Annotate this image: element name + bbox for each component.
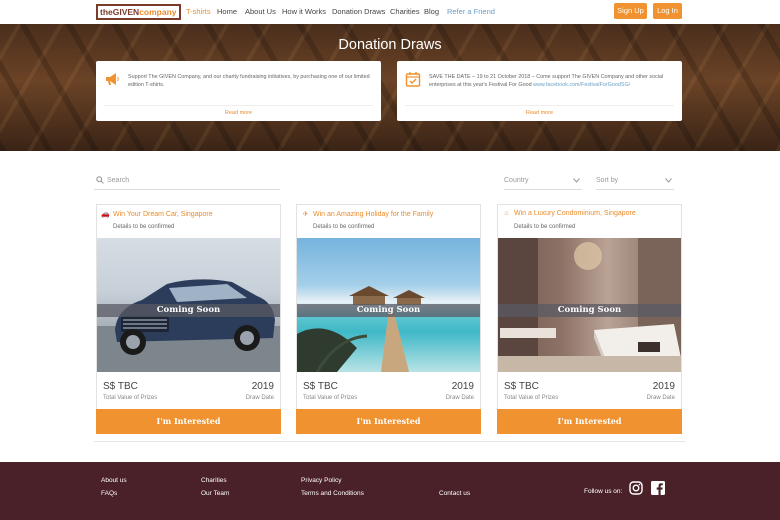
footer-link-about[interactable]: About us (101, 477, 127, 484)
draw-card-subtitle: Details to be confirmed (514, 224, 576, 230)
nav-link-about[interactable]: About Us (245, 7, 276, 16)
top-nav: theGIVENcompany T-shirts Home About Us H… (0, 0, 780, 24)
calendar-check-icon (405, 72, 421, 87)
draw-card-subtitle: Details to be confirmed (313, 224, 375, 230)
megaphone-icon (106, 73, 119, 85)
draw-card[interactable]: 🚗 Win Your Dream Car, Singapore Details t… (96, 204, 281, 434)
draw-card-title-text: Win an Amazing Holiday for the Family (313, 211, 434, 218)
brand-logo[interactable]: theGIVENcompany (96, 4, 181, 20)
page-title: Donation Draws (338, 37, 442, 53)
draw-card[interactable]: ⌂ Win a Luxury Condominium, Singapore Det… (497, 204, 682, 434)
read-more-link[interactable]: Read more (397, 110, 682, 116)
log-in-button[interactable]: Log In (653, 3, 682, 19)
divider (104, 105, 373, 106)
site-footer: About us FAQs Charities Our Team Privacy… (0, 462, 780, 520)
draw-year: 2019 (451, 381, 474, 392)
draw-card-title-text: Win Your Dream Car, Singapore (113, 211, 213, 218)
read-more-link[interactable]: Read more (96, 110, 381, 116)
country-select-label: Country (504, 177, 529, 184)
nav-link-refer[interactable]: Refer a Friend (447, 7, 495, 16)
country-select[interactable]: Country (504, 172, 582, 190)
footer-link-charities[interactable]: Charities (201, 477, 227, 484)
hero-banner: Donation Draws Support The GIVEN Company… (0, 24, 780, 151)
draw-card-title: 🚗 Win Your Dream Car, Singapore (101, 210, 213, 218)
draw-date-label: Draw Date (646, 395, 675, 401)
prize-value: S$ TBC (303, 381, 338, 392)
draw-card-title: ⌂ Win a Luxury Condominium, Singapore (502, 210, 636, 217)
festival-link[interactable]: www.facebook.com/FestivalForGoodSG/ (533, 82, 630, 88)
announcement-card: SAVE THE DATE – 19 to 21 October 2018 – … (397, 61, 682, 121)
draw-year: 2019 (251, 381, 274, 392)
footer-link-faqs[interactable]: FAQs (101, 490, 117, 497)
search-placeholder: Search (107, 177, 130, 184)
interested-button[interactable]: I'm Interested (296, 409, 481, 434)
prize-value: S$ TBC (103, 381, 138, 392)
search-icon (96, 176, 104, 184)
chevron-down-icon (573, 178, 580, 183)
announcement-card: Support The GIVEN Company, and our chari… (96, 61, 381, 121)
divider (94, 441, 686, 442)
nav-link-donation-draws[interactable]: Donation Draws (332, 7, 385, 16)
prize-value-label: Total Value of Prizes (103, 395, 158, 401)
announcement-text: SAVE THE DATE – 19 to 21 October 2018 – … (429, 73, 672, 89)
logo-part: GIVEN (112, 7, 140, 17)
chevron-down-icon (665, 178, 672, 183)
draw-card-image: Coming Soon (498, 238, 681, 372)
draw-date-label: Draw Date (245, 395, 274, 401)
logo-part: the (100, 7, 113, 17)
draw-card-title: ✈ Win an Amazing Holiday for the Family (301, 210, 434, 218)
home-icon: ⌂ (504, 210, 509, 217)
interested-button[interactable]: I'm Interested (96, 409, 281, 434)
sort-select-label: Sort by (596, 177, 619, 184)
coming-soon-badge: Coming Soon (498, 304, 681, 317)
nav-link-blog[interactable]: Blog (424, 7, 439, 16)
coming-soon-badge: Coming Soon (297, 304, 480, 317)
announcement-text: Support The GIVEN Company, and our chari… (128, 74, 370, 88)
search-input[interactable]: Search (94, 172, 280, 190)
draw-card[interactable]: ✈ Win an Amazing Holiday for the Family D… (296, 204, 481, 434)
airplane-icon: ✈ (302, 211, 309, 218)
draw-year: 2019 (652, 381, 675, 392)
footer-link-contact[interactable]: Contact us (439, 490, 470, 497)
prize-value: S$ TBC (504, 381, 539, 392)
draw-card-image: Coming Soon (97, 238, 280, 372)
footer-link-team[interactable]: Our Team (201, 490, 229, 497)
logo-part: company (139, 7, 177, 17)
nav-link-charities[interactable]: Charities (390, 7, 420, 16)
facebook-icon[interactable] (651, 481, 665, 495)
coming-soon-badge: Coming Soon (97, 304, 280, 317)
nav-link-home[interactable]: Home (217, 7, 237, 16)
sign-up-button[interactable]: Sign Up (614, 3, 647, 19)
footer-link-terms[interactable]: Terms and Conditions (301, 490, 364, 497)
draw-card-image: Coming Soon (297, 238, 480, 372)
draw-card-subtitle: Details to be confirmed (113, 224, 175, 230)
instagram-icon[interactable] (629, 481, 643, 495)
divider (405, 105, 674, 106)
interested-button[interactable]: I'm Interested (497, 409, 682, 434)
prize-value-label: Total Value of Prizes (303, 395, 358, 401)
car-icon: 🚗 (101, 211, 110, 218)
footer-link-privacy[interactable]: Privacy Policy (301, 477, 341, 484)
sort-select[interactable]: Sort by (596, 172, 674, 190)
prize-value-label: Total Value of Prizes (504, 395, 559, 401)
nav-link-how-it-works[interactable]: How it Works (282, 7, 326, 16)
draw-card-title-text: Win a Luxury Condominium, Singapore (514, 210, 636, 217)
draw-date-label: Draw Date (445, 395, 474, 401)
nav-link-tshirts[interactable]: T-shirts (186, 7, 211, 16)
follow-us-label: Follow us on: (584, 488, 623, 495)
